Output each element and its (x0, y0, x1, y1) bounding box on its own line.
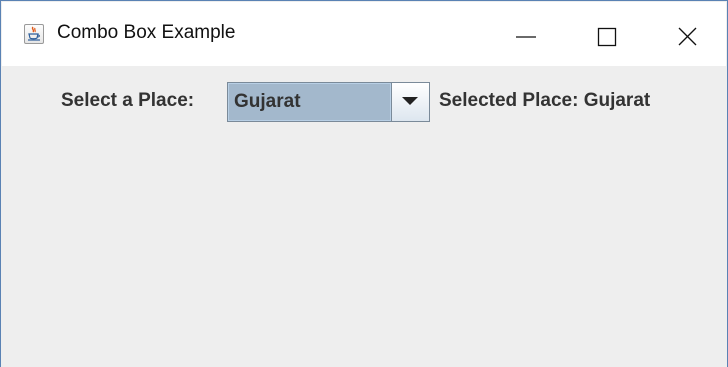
selected-place-label: Selected Place: Gujarat (439, 90, 651, 111)
combo-dropdown-button[interactable] (391, 83, 429, 121)
maximize-button[interactable] (566, 2, 646, 66)
combo-selected-value[interactable]: Gujarat (229, 84, 390, 120)
app-window: Combo Box Example Select a Place: Gujara… (0, 0, 728, 367)
java-cup-icon[interactable] (24, 24, 44, 44)
content-panel: Select a Place: Gujarat Selected Place: … (2, 66, 726, 367)
close-icon (678, 27, 697, 46)
maximize-icon (597, 27, 617, 47)
minimize-icon (516, 36, 536, 38)
window-title: Combo Box Example (57, 22, 236, 43)
title-bar[interactable]: Combo Box Example (2, 2, 726, 66)
place-combo-box[interactable]: Gujarat (227, 82, 430, 122)
close-button[interactable] (646, 2, 728, 66)
chevron-down-icon (402, 97, 418, 105)
select-place-label: Select a Place: (61, 90, 195, 111)
minimize-button[interactable] (486, 2, 566, 66)
